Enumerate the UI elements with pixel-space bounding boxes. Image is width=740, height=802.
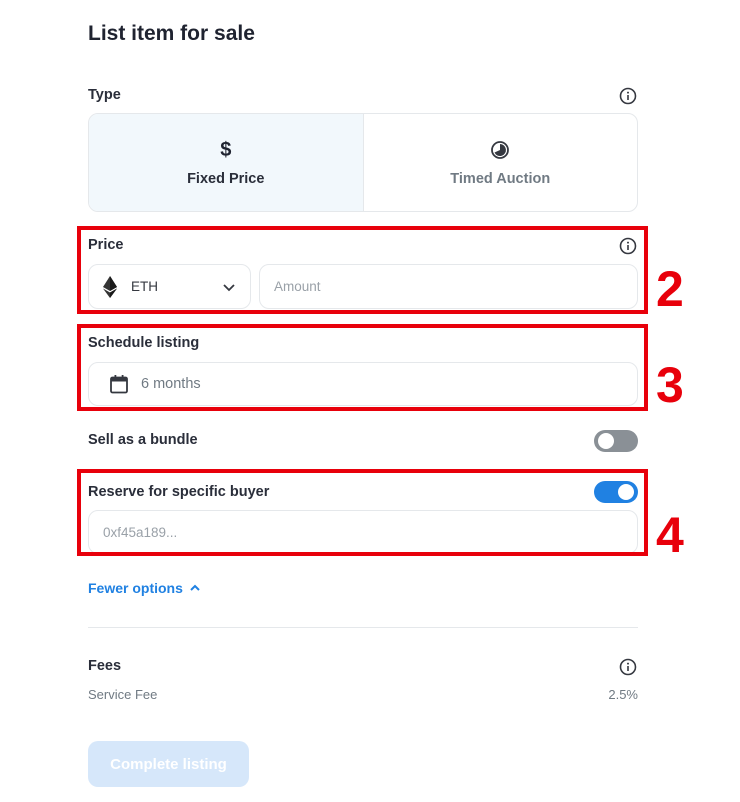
type-label: Type [88,87,121,103]
annotation-number-4: 4 [656,507,684,563]
service-fee-label: Service Fee [88,687,158,702]
fewer-options-link[interactable]: Fewer options [88,580,201,596]
bundle-toggle-knob [598,433,614,449]
type-info-icon[interactable] [619,87,637,105]
divider [88,627,638,628]
fees-info-icon[interactable] [619,658,637,676]
annotation-number-3: 3 [656,357,684,413]
complete-listing-button[interactable]: Complete listing [88,741,249,787]
bundle-toggle[interactable] [594,430,638,452]
timed-auction-label: Timed Auction [450,170,551,187]
annotation-box-reserve [77,469,648,556]
annotation-box-schedule [77,324,648,411]
fees-label: Fees [88,658,122,674]
page-title: List item for sale [88,22,255,45]
chevron-up-icon [190,584,200,591]
annotation-number-2: 2 [656,261,684,317]
fixed-price-option[interactable]: $ Fixed Price [89,114,364,211]
clock-icon [491,140,510,159]
annotation-box-price [77,226,648,314]
fixed-price-label: Fixed Price [187,170,265,187]
fewer-options-label: Fewer options [88,580,183,596]
timed-auction-option[interactable]: Timed Auction [364,114,638,211]
bundle-label: Sell as a bundle [88,432,198,448]
listing-type-selector: $ Fixed Price Timed Auction [88,113,638,212]
service-fee-value: 2.5% [608,687,638,702]
dollar-icon: $ [220,138,232,161]
